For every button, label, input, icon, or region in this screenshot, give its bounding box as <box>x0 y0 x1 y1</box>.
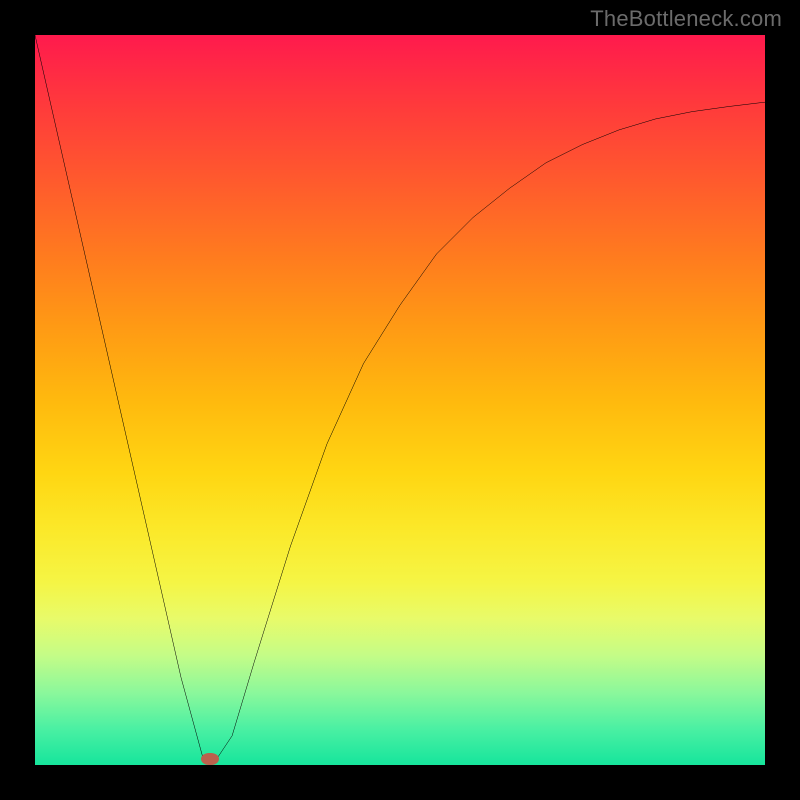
bottleneck-curve <box>35 35 765 765</box>
optimal-point-marker <box>201 753 219 765</box>
credit-watermark: TheBottleneck.com <box>590 6 782 32</box>
plot-area <box>35 35 765 765</box>
outer-black-frame: TheBottleneck.com <box>0 0 800 800</box>
